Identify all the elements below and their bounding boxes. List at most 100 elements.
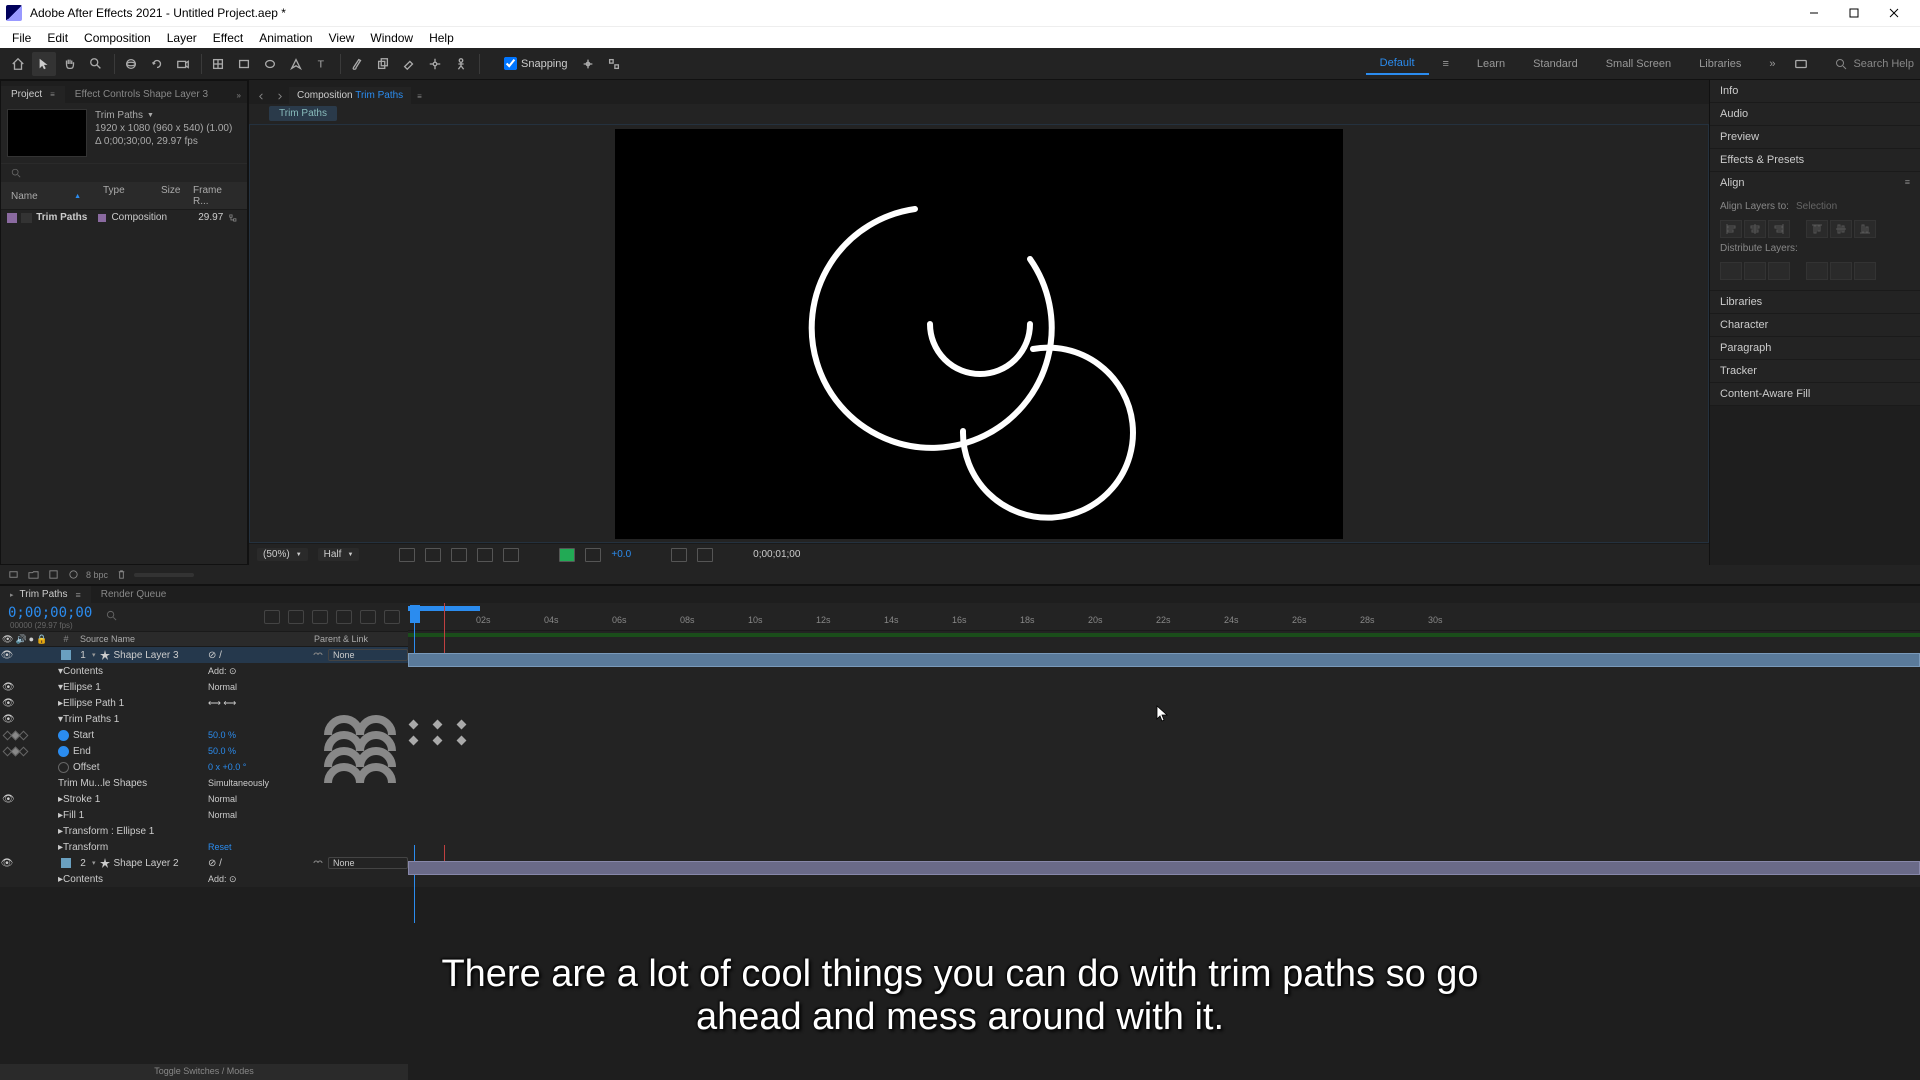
menu-window[interactable]: Window bbox=[362, 29, 421, 47]
new-comp-icon[interactable] bbox=[46, 569, 60, 581]
prop-stroke[interactable]: Stroke 1 bbox=[63, 794, 100, 805]
col-framerate[interactable]: Frame R... bbox=[189, 185, 241, 207]
add-button[interactable]: ⊙ bbox=[229, 874, 237, 884]
render-queue-tab[interactable]: Render Queue bbox=[91, 586, 177, 603]
panel-libraries[interactable]: Libraries bbox=[1710, 291, 1920, 313]
brush-tool[interactable] bbox=[345, 52, 369, 76]
col-size[interactable]: Size bbox=[157, 185, 189, 207]
prop-offset[interactable]: Offset bbox=[73, 762, 100, 773]
delete-icon[interactable] bbox=[114, 569, 128, 581]
show-snapshot-icon[interactable] bbox=[697, 548, 713, 562]
tab-overflow-icon[interactable]: » bbox=[231, 88, 247, 103]
keyframe[interactable] bbox=[457, 736, 467, 746]
menu-layer[interactable]: Layer bbox=[159, 29, 205, 47]
maximize-button[interactable] bbox=[1834, 0, 1874, 26]
dist-hcenter-button[interactable] bbox=[1830, 262, 1852, 280]
dist-vcenter-button[interactable] bbox=[1744, 262, 1766, 280]
twirl-icon[interactable]: ▾ bbox=[92, 651, 96, 659]
col-label[interactable] bbox=[85, 185, 99, 207]
comp-thumbnail[interactable] bbox=[7, 109, 87, 157]
col-parent[interactable]: Parent & Link bbox=[308, 634, 408, 644]
layer-bar-1[interactable] bbox=[408, 653, 1920, 667]
workspace-smallscreen[interactable]: Small Screen bbox=[1592, 54, 1685, 74]
prop-transform-ellipse[interactable]: Transform : Ellipse 1 bbox=[63, 826, 154, 837]
roto-tool[interactable] bbox=[423, 52, 447, 76]
bit-depth[interactable]: 8 bpc bbox=[86, 570, 108, 580]
align-right-button[interactable] bbox=[1768, 220, 1790, 238]
stopwatch-icon[interactable] bbox=[58, 746, 69, 757]
close-button[interactable] bbox=[1874, 0, 1914, 26]
prop-end[interactable]: End bbox=[73, 746, 91, 757]
current-timecode[interactable]: 0;00;00;00 bbox=[8, 605, 92, 621]
dist-top-button[interactable] bbox=[1720, 262, 1742, 280]
frame-blend-icon[interactable] bbox=[336, 610, 352, 624]
preview-time[interactable]: 0;00;01;00 bbox=[753, 549, 800, 560]
menu-view[interactable]: View bbox=[321, 29, 363, 47]
workspace-more-icon[interactable]: » bbox=[1755, 54, 1789, 74]
new-adjustment-icon[interactable] bbox=[66, 569, 80, 581]
zoom-tool[interactable] bbox=[84, 52, 108, 76]
blend-mode-dropdown[interactable]: Normal bbox=[208, 682, 237, 692]
prop-trim-multiple[interactable]: Trim Mu...le Shapes bbox=[58, 778, 147, 789]
timeline-tab[interactable]: ▸Trim Paths≡ bbox=[0, 586, 91, 603]
motion-blur-icon[interactable] bbox=[360, 610, 376, 624]
comp-tab[interactable]: Composition Trim Paths bbox=[289, 87, 411, 104]
reset-button[interactable]: Reset bbox=[208, 842, 308, 852]
menu-effect[interactable]: Effect bbox=[205, 29, 251, 47]
ellipse-tool[interactable] bbox=[258, 52, 282, 76]
align-to-dropdown[interactable]: Selection bbox=[1796, 201, 1837, 212]
layer-shape-3[interactable]: 👁 1 ▾Shape Layer 3 ⊘ / None bbox=[0, 647, 408, 663]
panel-tracker[interactable]: Tracker bbox=[1710, 360, 1920, 382]
project-search[interactable] bbox=[1, 163, 247, 183]
resolution-dropdown[interactable]: Half▼ bbox=[318, 548, 360, 561]
selection-tool[interactable] bbox=[32, 52, 56, 76]
project-tab[interactable]: Project≡ bbox=[1, 86, 65, 103]
prop-transform[interactable]: Transform bbox=[63, 842, 108, 853]
pickwhip-icon[interactable] bbox=[312, 650, 324, 660]
graph-editor-icon[interactable] bbox=[384, 610, 400, 624]
visibility-toggle[interactable]: 👁 bbox=[2, 858, 12, 868]
keyframe-nav[interactable] bbox=[4, 732, 27, 739]
panel-character[interactable]: Character bbox=[1710, 314, 1920, 336]
zoom-dropdown[interactable]: (50%)▼ bbox=[257, 548, 308, 561]
col-type[interactable]: Type bbox=[99, 185, 157, 207]
expression-pickwhip-icon[interactable] bbox=[312, 711, 408, 791]
toggle-transparency-icon[interactable] bbox=[399, 548, 415, 562]
comp-crumb[interactable]: Trim Paths bbox=[269, 106, 337, 121]
time-ruler[interactable]: 02s 04s 06s 08s 10s 12s 14s 16s 18s 20s … bbox=[408, 603, 1920, 631]
toggle-mask-icon[interactable] bbox=[425, 548, 441, 562]
new-folder-icon[interactable] bbox=[26, 569, 40, 581]
align-hcenter-button[interactable] bbox=[1744, 220, 1766, 238]
stopwatch-icon[interactable] bbox=[58, 730, 69, 741]
visibility-toggle[interactable]: 👁 bbox=[2, 794, 15, 805]
type-tool[interactable]: T bbox=[310, 52, 334, 76]
panel-menu-icon[interactable]: ≡ bbox=[50, 90, 55, 99]
align-vcenter-button[interactable] bbox=[1830, 220, 1852, 238]
panel-audio[interactable]: Audio bbox=[1710, 103, 1920, 125]
puppet-tool[interactable] bbox=[449, 52, 473, 76]
label-swatch[interactable] bbox=[7, 213, 17, 223]
prop-fill[interactable]: Fill 1 bbox=[63, 810, 84, 821]
prop-ellipse1[interactable]: Ellipse 1 bbox=[63, 682, 101, 693]
eraser-tool[interactable] bbox=[397, 52, 421, 76]
track-area[interactable] bbox=[408, 653, 1920, 845]
keyframe[interactable] bbox=[409, 720, 419, 730]
hide-shy-icon[interactable] bbox=[312, 610, 328, 624]
panel-menu-icon[interactable]: ≡ bbox=[411, 89, 428, 104]
guides-icon[interactable] bbox=[503, 548, 519, 562]
workspace-overflow-icon[interactable]: ≡ bbox=[1429, 54, 1463, 74]
rectangle-tool[interactable] bbox=[232, 52, 256, 76]
visibility-toggle[interactable]: 👁 bbox=[2, 682, 15, 693]
workspace-standard[interactable]: Standard bbox=[1519, 54, 1592, 74]
col-name[interactable]: Name▲ bbox=[7, 185, 85, 207]
keyframe[interactable] bbox=[409, 736, 419, 746]
snapping-checkbox[interactable] bbox=[504, 57, 517, 70]
rotation-tool[interactable] bbox=[145, 52, 169, 76]
twirl-icon[interactable]: ▾ bbox=[92, 859, 96, 867]
stopwatch-icon[interactable] bbox=[58, 762, 69, 773]
hand-tool[interactable] bbox=[58, 52, 82, 76]
keyframe[interactable] bbox=[433, 720, 443, 730]
flowchart-icon[interactable] bbox=[229, 214, 237, 222]
value-offset[interactable]: 0 x +0.0 ° bbox=[208, 762, 308, 772]
dist-left-button[interactable] bbox=[1806, 262, 1828, 280]
